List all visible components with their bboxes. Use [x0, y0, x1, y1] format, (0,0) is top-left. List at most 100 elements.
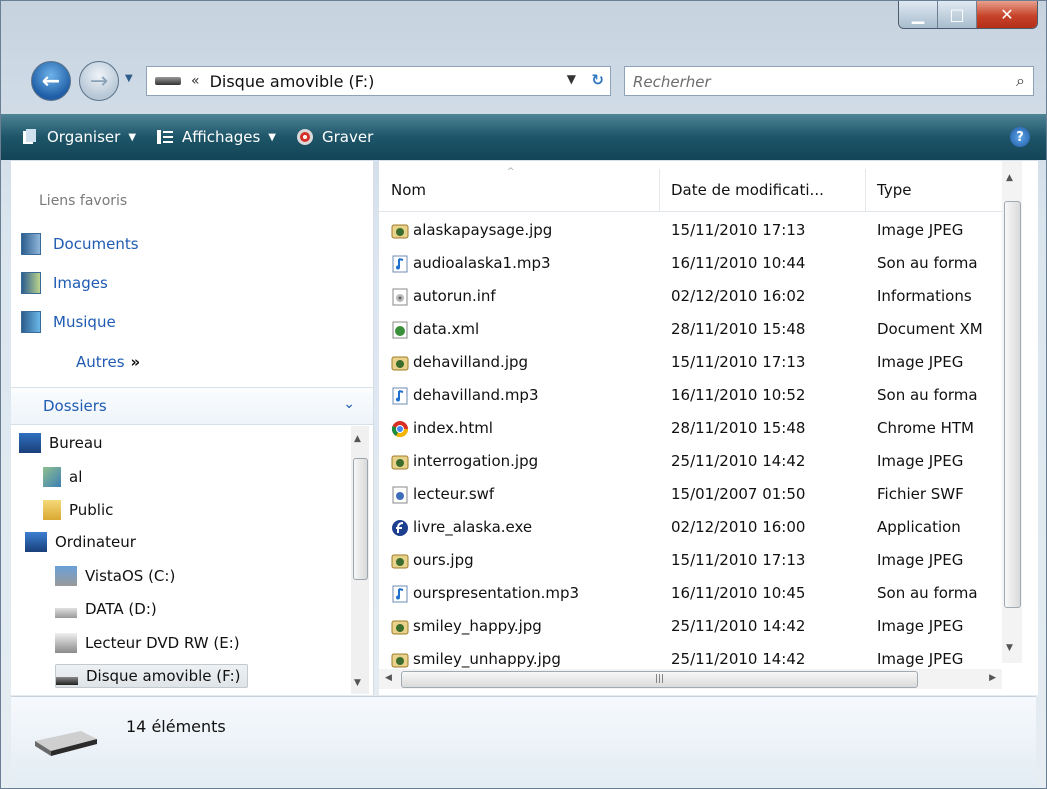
tree-label: Bureau: [49, 434, 103, 452]
file-row[interactable]: dehavilland.mp3 16/11/2010 10:52 Son au fo…: [379, 380, 1019, 412]
close-button[interactable]: ✕: [977, 1, 1037, 28]
chevron-down-icon: ▼: [268, 131, 276, 143]
tree-item-bureau[interactable]: Bureau: [19, 433, 103, 453]
forward-button[interactable]: →: [79, 61, 119, 101]
scrollbar-thumb[interactable]: [353, 458, 368, 580]
recent-pages-dropdown[interactable]: ▼: [125, 73, 137, 85]
file-row[interactable]: index.html 28/11/2010 15:48 Chrome HTM: [379, 413, 1019, 445]
column-divider[interactable]: [659, 169, 660, 211]
file-name[interactable]: alaskapaysage.jpg: [413, 221, 552, 239]
file-name[interactable]: lecteur.swf: [413, 485, 494, 503]
favorite-documents[interactable]: Documents: [21, 233, 139, 255]
title-bar[interactable]: ▁ □ ✕: [1, 1, 1046, 53]
file-date: 15/11/2010 17:13: [671, 221, 806, 239]
views-button[interactable]: Affichages ▼: [156, 128, 276, 146]
file-row[interactable]: autorun.inf 02/12/2010 16:02 Informations: [379, 281, 1019, 313]
help-icon[interactable]: ?: [1010, 127, 1030, 147]
refresh-icon[interactable]: ↻: [591, 71, 604, 89]
breadcrumb-overflow[interactable]: «: [191, 73, 200, 89]
file-name[interactable]: data.xml: [413, 320, 479, 338]
file-type: Image JPEG: [877, 650, 964, 668]
folders-scrollbar[interactable]: ▲ ▼: [351, 426, 369, 694]
scroll-up-icon[interactable]: ▲: [1006, 173, 1013, 183]
minimize-button[interactable]: ▁: [899, 1, 938, 28]
more-label: Autres: [76, 353, 125, 371]
file-type: Image JPEG: [877, 452, 964, 470]
file-name[interactable]: audioalaska1.mp3: [413, 254, 551, 272]
file-row[interactable]: lecteur.swf 15/01/2007 01:50 Fichier SWF: [379, 479, 1019, 511]
more-favorites-link[interactable]: Autres »: [76, 353, 140, 371]
burn-button[interactable]: Graver: [296, 128, 373, 146]
column-type[interactable]: Type: [877, 181, 911, 199]
file-row[interactable]: ours.jpg 15/11/2010 17:13 Image JPEG: [379, 545, 1019, 577]
file-name[interactable]: dehavilland.jpg: [413, 353, 528, 371]
address-bar[interactable]: « Disque amovible (F:) ▼ ↻: [146, 66, 611, 96]
file-type: Chrome HTM: [877, 419, 974, 437]
views-icon: [157, 130, 174, 144]
file-row[interactable]: audioalaska1.mp3 16/11/2010 10:44 Son au f…: [379, 248, 1019, 280]
scrollbar-thumb[interactable]: |||: [401, 671, 918, 688]
file-name[interactable]: index.html: [413, 419, 493, 437]
file-type: Image JPEG: [877, 551, 964, 569]
file-date: 28/11/2010 15:48: [671, 320, 806, 338]
tree-item-drive-c[interactable]: VistaOS (C:): [55, 566, 175, 586]
favorites-header: Liens favoris: [39, 193, 128, 209]
file-list-vertical-scrollbar[interactable]: ▲ ▼: [1002, 161, 1022, 663]
file-list-horizontal-scrollbar[interactable]: ◀ ||| ▶: [379, 669, 1002, 689]
file-row[interactable]: ourspresentation.mp3 16/11/2010 10:45 Son …: [379, 578, 1019, 610]
scroll-up-icon[interactable]: ▲: [354, 434, 361, 444]
file-date: 25/11/2010 14:42: [671, 617, 806, 635]
file-name[interactable]: interrogation.jpg: [413, 452, 538, 470]
file-row[interactable]: interrogation.jpg 25/11/2010 14:42 Image J…: [379, 446, 1019, 478]
favorite-label: Images: [53, 274, 108, 292]
column-date[interactable]: Date de modificati...: [671, 181, 824, 199]
breadcrumb-current[interactable]: Disque amovible (F:): [210, 72, 375, 91]
tree-item-removable-f[interactable]: Disque amovible (F:): [55, 664, 248, 688]
scroll-down-icon[interactable]: ▼: [1006, 643, 1013, 653]
tree-item-computer[interactable]: Ordinateur: [25, 532, 136, 552]
tree-item-drive-d[interactable]: DATA (D:): [55, 600, 157, 618]
organize-button[interactable]: Organiser ▼: [21, 128, 136, 146]
file-name[interactable]: smiley_unhappy.jpg: [413, 650, 561, 668]
scrollbar-thumb[interactable]: [1004, 201, 1021, 608]
tree-item-dvd-e[interactable]: Lecteur DVD RW (E:): [55, 633, 240, 653]
tree-label: DATA (D:): [85, 600, 157, 618]
file-date: 16/11/2010 10:52: [671, 386, 806, 404]
file-name[interactable]: ourspresentation.mp3: [413, 584, 579, 602]
file-name[interactable]: smiley_happy.jpg: [413, 617, 542, 635]
tree-item-public[interactable]: Public: [43, 500, 113, 520]
computer-icon: [25, 532, 47, 552]
tree-item-user[interactable]: al: [43, 467, 82, 487]
favorite-images[interactable]: Images: [21, 272, 108, 294]
file-row[interactable]: alaskapaysage.jpg 15/11/2010 17:13 Image J…: [379, 215, 1019, 247]
column-name[interactable]: Nom: [391, 181, 426, 199]
file-date: 16/11/2010 10:44: [671, 254, 806, 272]
search-input[interactable]: Recherher ⌕: [624, 66, 1034, 96]
file-row[interactable]: smiley_happy.jpg 25/11/2010 14:42 Image JP…: [379, 611, 1019, 643]
file-row[interactable]: data.xml 28/11/2010 15:48 Document XM: [379, 314, 1019, 346]
address-dropdown-icon[interactable]: ▼: [567, 72, 576, 86]
column-divider[interactable]: [865, 169, 866, 211]
scroll-down-icon[interactable]: ▼: [354, 678, 361, 688]
back-button[interactable]: ←: [31, 61, 71, 101]
maximize-button[interactable]: □: [938, 1, 977, 28]
scroll-right-icon[interactable]: ▶: [989, 673, 996, 683]
search-icon[interactable]: ⌕: [1016, 71, 1025, 91]
file-name[interactable]: autorun.inf: [413, 287, 496, 305]
favorite-music[interactable]: Musique: [21, 311, 116, 333]
file-row[interactable]: dehavilland.jpg 15/11/2010 17:13 Image JPE…: [379, 347, 1019, 379]
scroll-left-icon[interactable]: ◀: [385, 673, 392, 683]
double-chevron-icon: »: [130, 353, 141, 371]
file-date: 02/12/2010 16:02: [671, 287, 806, 305]
views-label: Affichages: [182, 128, 261, 146]
file-name[interactable]: livre_alaska.exe: [413, 518, 532, 536]
favorite-label: Musique: [53, 313, 116, 331]
file-row[interactable]: livre_alaska.exe 02/12/2010 16:00 Applicat…: [379, 512, 1019, 544]
column-headers: Nom ^ Date de modificati... Type: [379, 161, 1019, 212]
file-date: 15/11/2010 17:13: [671, 551, 806, 569]
file-name[interactable]: ours.jpg: [413, 551, 474, 569]
folders-header[interactable]: Dossiers ⌄: [11, 387, 373, 425]
file-type: Fichier SWF: [877, 485, 964, 503]
xml-document-icon: [392, 321, 408, 339]
file-name[interactable]: dehavilland.mp3: [413, 386, 539, 404]
